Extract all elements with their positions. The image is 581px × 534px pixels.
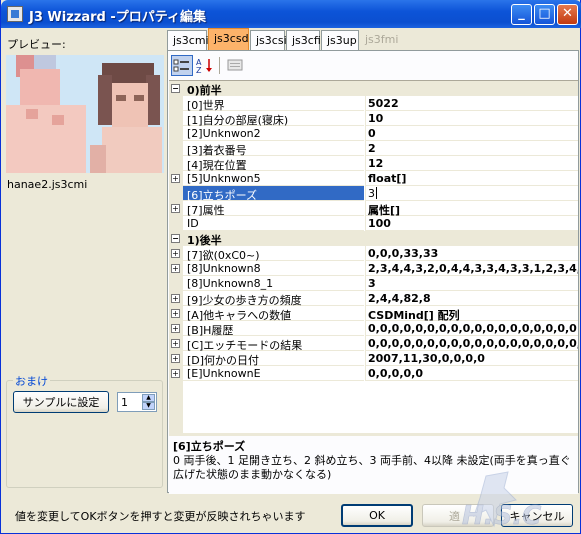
tab-js3fmi: js3fmi [365, 33, 399, 46]
spinner-down-icon[interactable]: ▼ [142, 402, 155, 410]
category-row-first-half[interactable]: − 0)前半 [169, 81, 578, 97]
category-row-second-half[interactable]: − 1)後半 [169, 231, 578, 247]
property-value[interactable]: 0,0,0,33,33 [368, 247, 438, 260]
property-row[interactable]: [8]Unknown8_1 3 [169, 276, 578, 291]
property-value[interactable]: 2,3,4,4,3,2,0,4,4,3,3,4,3,3,1,2,3,4,4,0,… [368, 262, 578, 275]
expand-icon[interactable]: + [171, 174, 180, 183]
property-name: [E]UnknownE [187, 367, 261, 380]
property-row[interactable]: + [B]H履歴 0,0,0,0,0,0,0,0,0,0,0,0,0,0,0,0… [169, 321, 578, 337]
site-watermark-logo: H.S.C [462, 471, 542, 531]
minimize-button[interactable]: _ [511, 4, 532, 25]
expand-icon[interactable]: + [171, 204, 180, 213]
set-sample-button[interactable]: サンプルに設定 [13, 391, 109, 413]
property-value[interactable]: 5022 [368, 97, 399, 110]
property-value[interactable]: 0 [368, 127, 376, 140]
app-icon [7, 6, 23, 22]
ok-button[interactable]: OK [341, 504, 413, 527]
status-hint: 値を変更してOKボタンを押すと変更が反映されちゃいます [15, 510, 306, 523]
property-row[interactable]: [1]自分の部屋(寝床) 10 [169, 111, 578, 127]
tab-js3csd[interactable]: js3csd [208, 28, 249, 50]
property-value[interactable]: 10 [368, 112, 383, 125]
property-grid: − 0)前半 [0]世界 5022 [1]自分の部屋(寝床) 10 [2]Unk… [169, 80, 578, 433]
property-value[interactable]: float[] [368, 172, 406, 185]
property-row[interactable]: + [7]属性 属性[] [169, 201, 578, 217]
sample-number-spinner[interactable]: 1 ▲ ▼ [117, 392, 157, 412]
close-button[interactable]: ✕ [557, 4, 578, 25]
property-row[interactable]: + [9]少女の歩き方の頻度 2,4,4,82,8 [169, 291, 578, 307]
spinner-value[interactable]: 1 [121, 396, 128, 409]
property-value[interactable]: 0,0,0,0,0 [368, 367, 423, 380]
categorized-view-button[interactable] [171, 55, 193, 76]
property-value[interactable]: 100 [368, 217, 391, 230]
property-pages-icon [227, 59, 243, 71]
property-row[interactable]: + [A]他キャラへの数値 CSDMind[] 配列 [169, 306, 578, 322]
property-pages-button [224, 55, 246, 76]
property-row[interactable]: + [7]欲(0xC0~) 0,0,0,33,33 [169, 246, 578, 262]
maximize-icon: □ [538, 6, 551, 21]
expand-icon[interactable]: + [171, 249, 180, 258]
alphabetical-sort-icon: A Z [196, 58, 212, 75]
tab-js3up[interactable]: js3up [321, 30, 359, 50]
expand-icon[interactable]: + [171, 369, 180, 378]
categorized-icon [173, 59, 189, 72]
expand-icon[interactable]: + [171, 264, 180, 273]
preview-file-name: hanae2.js3cmi [7, 178, 88, 191]
spinner-up-icon[interactable]: ▲ [142, 394, 155, 402]
property-value[interactable]: 2007,11,30,0,0,0,0 [368, 352, 485, 365]
collapse-icon[interactable]: − [171, 234, 180, 243]
property-row-selected[interactable]: [6]立ちポーズ 3 [169, 186, 578, 202]
property-grid-toolbar: A Z [169, 54, 575, 78]
tab-js3csi[interactable]: js3csi [250, 30, 287, 50]
tab-js3cfi[interactable]: js3cfi [286, 30, 321, 50]
window-title: J3 Wizzard -プロパティ編集 [29, 10, 206, 25]
expand-icon[interactable]: + [171, 339, 180, 348]
property-row[interactable]: [3]着衣番号 2 [169, 141, 578, 157]
property-value[interactable]: 3 [368, 277, 376, 290]
tab-js3cmi[interactable]: js3cmi [167, 30, 209, 50]
property-name: [8]Unknown8 [187, 262, 261, 275]
title-bar[interactable]: J3 Wizzard -プロパティ編集 _ □ ✕ [1, 0, 581, 28]
expand-icon[interactable]: + [171, 294, 180, 303]
property-row[interactable]: + [D]何かの日付 2007,11,30,0,0,0,0 [169, 351, 578, 367]
svg-text:Z: Z [196, 66, 202, 73]
property-name: [5]Unknwon5 [187, 172, 261, 185]
close-icon: ✕ [562, 6, 573, 21]
property-value[interactable]: 0,0,0,0,0,0,0,0,0,0,0,0,0,0,0,0,0,0,0,0,… [368, 337, 578, 350]
main-window: J3 Wizzard -プロパティ編集 _ □ ✕ プレビュー: hanae2.… [0, 0, 581, 534]
expand-icon[interactable]: + [171, 354, 180, 363]
svg-text:H.S.C: H.S.C [462, 501, 541, 531]
omake-group-label: おまけ [13, 373, 50, 389]
expand-icon[interactable]: + [171, 309, 180, 318]
text-cursor [376, 187, 377, 199]
property-name: [2]Unknwon2 [187, 127, 261, 140]
property-name: ID [187, 217, 199, 230]
expand-icon[interactable]: + [171, 324, 180, 333]
property-name: [8]Unknown8_1 [187, 277, 274, 290]
property-row[interactable]: + [5]Unknwon5 float[] [169, 171, 578, 186]
minimize-icon: _ [518, 6, 525, 21]
preview-image [6, 55, 164, 173]
property-row[interactable]: [2]Unknwon2 0 [169, 126, 578, 141]
character-preview-graphic [6, 55, 164, 173]
property-row[interactable]: + [C]エッチモードの結果 0,0,0,0,0,0,0,0,0,0,0,0,0… [169, 336, 578, 352]
property-row[interactable]: [4]現在位置 12 [169, 156, 578, 172]
property-row[interactable]: ID 100 [169, 216, 578, 231]
maximize-button[interactable]: □ [534, 4, 555, 25]
property-row[interactable]: + [E]UnknownE 0,0,0,0,0 [169, 366, 578, 381]
property-value-editor[interactable]: 3 [368, 187, 375, 200]
preview-label: プレビュー: [7, 38, 66, 51]
property-row[interactable]: + [8]Unknown8 2,3,4,4,3,2,0,4,4,3,3,4,3,… [169, 261, 578, 276]
property-value[interactable]: 0,0,0,0,0,0,0,0,0,0,0,0,0,0,0,0,0,0 [368, 322, 577, 335]
property-value[interactable]: 2,4,4,82,8 [368, 292, 431, 305]
description-title: [6]立ちポーズ [173, 440, 246, 453]
property-row[interactable]: [0]世界 5022 [169, 96, 578, 112]
property-value[interactable]: 12 [368, 157, 383, 170]
collapse-icon[interactable]: − [171, 84, 180, 93]
alphabetical-view-button[interactable]: A Z [194, 55, 216, 76]
property-value[interactable]: 2 [368, 142, 376, 155]
